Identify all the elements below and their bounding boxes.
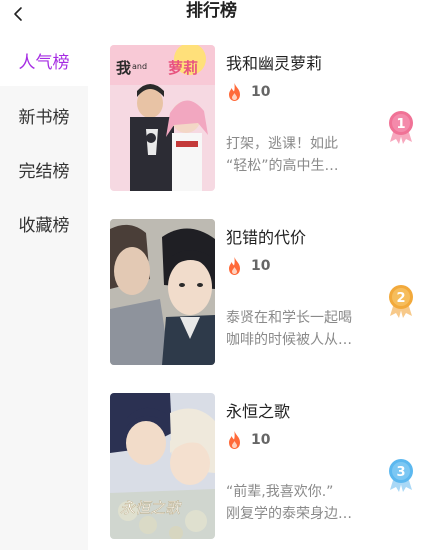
flame-icon bbox=[229, 83, 240, 101]
cover-title-loli: 萝莉 bbox=[168, 59, 198, 77]
rank-medal-1: 1 bbox=[386, 109, 416, 145]
description-line: “轻松”的高中生… bbox=[226, 158, 339, 174]
book-cover[interactable]: 我 and 萝莉 bbox=[110, 45, 215, 191]
rank-number: 1 bbox=[396, 117, 405, 132]
flame-icon bbox=[229, 257, 240, 275]
sidebar-item-new[interactable]: 新书榜 bbox=[0, 89, 88, 141]
heat-value: 10 bbox=[251, 84, 271, 100]
description-line: “前辈,我喜欢你.” bbox=[226, 484, 334, 500]
book-cover[interactable]: 永恒之歌 bbox=[110, 393, 215, 539]
description-line: 打架，逃课！如此 bbox=[226, 136, 338, 152]
book-description: 打架，逃课！如此 “轻松”的高中生… bbox=[226, 133, 374, 177]
heat-value: 10 bbox=[251, 432, 271, 448]
book-cover[interactable] bbox=[110, 219, 215, 365]
rank-number: 2 bbox=[396, 291, 405, 306]
book-title: 永恒之歌 bbox=[226, 402, 291, 421]
sidebar-item-favorites[interactable]: 收藏榜 bbox=[0, 197, 88, 249]
ranking-sidebar: 人气榜 新书榜 完结榜 收藏榜 bbox=[0, 34, 88, 550]
book-description: 泰贤在和学长一起喝 咖啡的时候被人从… bbox=[226, 307, 374, 351]
list-item[interactable]: 永恒之歌 永恒之歌 10 “前辈,我喜欢你.” 刚复学的泰荣身边… 3 bbox=[88, 382, 423, 539]
ranking-list: 我 and 萝莉 我和幽灵萝莉 10 打架，逃课！如此 “轻松”的高中生… 1 … bbox=[88, 34, 423, 550]
top-bar: 排行榜 bbox=[0, 0, 423, 34]
book-title: 我和幽灵萝莉 bbox=[226, 54, 323, 73]
rank-medal-2: 2 bbox=[386, 283, 416, 319]
description-line: 咖啡的时候被人从… bbox=[226, 332, 352, 348]
heat-indicator: 10 bbox=[226, 430, 270, 450]
description-line: 刚复学的泰荣身边… bbox=[226, 506, 352, 522]
sidebar-item-completed[interactable]: 完结榜 bbox=[0, 143, 88, 195]
list-item[interactable]: 我 and 萝莉 我和幽灵萝莉 10 打架，逃课！如此 “轻松”的高中生… 1 bbox=[88, 34, 423, 191]
heat-indicator: 10 bbox=[226, 82, 270, 102]
rank-number: 3 bbox=[396, 465, 405, 480]
flame-icon bbox=[229, 431, 240, 449]
heat-indicator: 10 bbox=[226, 256, 270, 276]
book-description: “前辈,我喜欢你.” 刚复学的泰荣身边… bbox=[226, 481, 374, 525]
rank-medal-3: 3 bbox=[386, 457, 416, 493]
page-title: 排行榜 bbox=[186, 1, 237, 21]
cover-title-and: and bbox=[132, 62, 147, 71]
heat-value: 10 bbox=[251, 258, 271, 274]
description-line: 泰贤在和学长一起喝 bbox=[226, 310, 352, 326]
cover-title: 永恒之歌 bbox=[120, 499, 182, 517]
sidebar-item-popular[interactable]: 人气榜 bbox=[0, 34, 88, 86]
list-item[interactable]: 犯错的代价 10 泰贤在和学长一起喝 咖啡的时候被人从… 2 bbox=[88, 208, 423, 365]
cover-title-char: 我 bbox=[116, 59, 131, 77]
book-title: 犯错的代价 bbox=[226, 228, 307, 247]
